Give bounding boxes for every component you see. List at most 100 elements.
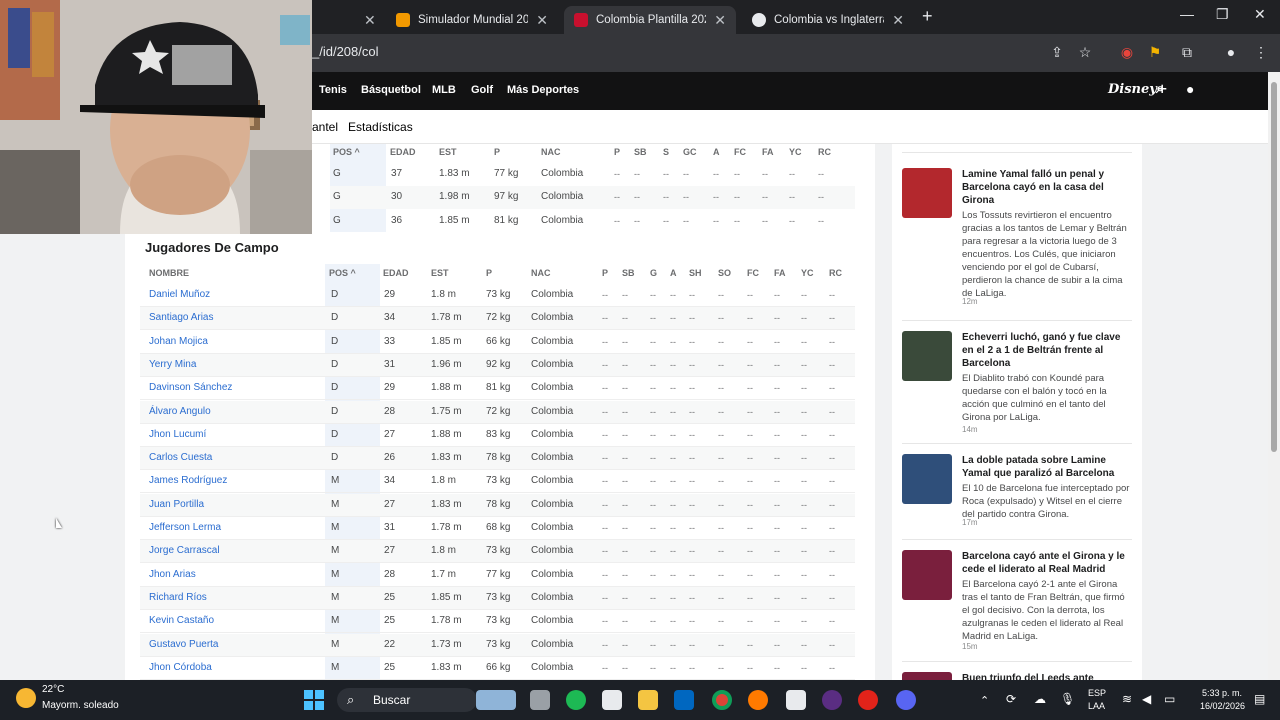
player-name-link[interactable]: Yerry Mina (149, 359, 196, 370)
close-window-icon[interactable]: ✕ (1254, 6, 1266, 23)
profile-avatar-icon[interactable]: ● (1222, 43, 1240, 61)
header-3[interactable]: EST (431, 268, 449, 278)
player-name-link[interactable]: Jefferson Lerma (149, 522, 221, 533)
task-view-icon[interactable] (530, 690, 550, 710)
header-13[interactable]: FA (774, 268, 786, 278)
player-name-link[interactable]: Juan Portilla (149, 499, 204, 510)
tab-plantilla[interactable]: Colombia Plantilla 2026 - ESPN ✕ (564, 6, 736, 34)
weather-desc[interactable]: Mayorm. soleado (42, 700, 119, 711)
tab-estadisticas[interactable]: Estadísticas (348, 120, 413, 134)
nav-item-mas-deportes[interactable]: Más Deportes (507, 84, 579, 96)
live-app-icon[interactable] (786, 690, 806, 710)
nav-item-tenis[interactable]: Tenis (319, 84, 347, 96)
header-5[interactable]: NAC (531, 268, 551, 278)
player-name-link[interactable]: Gustavo Puerta (149, 639, 218, 650)
header-5[interactable]: P (614, 147, 620, 157)
bookmark-star-icon[interactable]: ☆ (1076, 43, 1094, 61)
header-12[interactable]: YC (789, 147, 802, 157)
windows-start-icon[interactable] (304, 690, 324, 710)
header-4[interactable]: P (486, 268, 492, 278)
extension-icon[interactable]: ⚑ (1146, 43, 1164, 61)
header-9[interactable]: A (670, 268, 677, 278)
player-name-link[interactable]: Richard Ríos (149, 592, 207, 603)
obs-icon[interactable] (822, 690, 842, 710)
file-explorer-icon[interactable] (638, 690, 658, 710)
player-name-link[interactable]: Jhon Córdoba (149, 662, 212, 673)
news-thumbnail[interactable] (902, 331, 952, 381)
player-name-link[interactable]: Jhon Arias (149, 569, 196, 580)
sync-icon[interactable]: ⟳ (1006, 692, 1016, 706)
news-thumbnail[interactable] (902, 454, 952, 504)
store-icon[interactable] (674, 690, 694, 710)
player-name-link[interactable]: Johan Mojica (149, 336, 208, 347)
maximize-icon[interactable]: ❐ (1216, 6, 1229, 23)
header-6[interactable]: P (602, 268, 608, 278)
player-name-link[interactable]: Álvaro Angulo (149, 406, 211, 417)
header-15[interactable]: RC (829, 268, 842, 278)
close-icon[interactable]: ✕ (892, 12, 904, 29)
header-0[interactable]: POS ^ (333, 147, 360, 157)
sun-weather-icon[interactable] (16, 688, 36, 708)
player-name-link[interactable]: Daniel Muñoz (149, 289, 210, 300)
minimize-icon[interactable]: — (1180, 6, 1194, 22)
discord-icon[interactable] (896, 690, 916, 710)
mic-icon[interactable]: 🎙 (1060, 692, 1075, 706)
header-10[interactable]: SH (689, 268, 702, 278)
header-0[interactable]: NOMBRE (149, 268, 189, 278)
header-7[interactable]: SB (622, 268, 635, 278)
tab-semifinal[interactable]: Colombia vs Inglaterra Semifinal ✕ (742, 6, 914, 34)
tab-plantel[interactable]: antel (312, 120, 338, 134)
close-icon[interactable]: ✕ (364, 12, 376, 29)
wifi-icon[interactable]: ≋ (1122, 692, 1132, 706)
header-2[interactable]: EST (439, 147, 457, 157)
header-13[interactable]: RC (818, 147, 831, 157)
header-3[interactable]: P (494, 147, 500, 157)
opera-icon[interactable] (858, 690, 878, 710)
news-title[interactable]: Barcelona cayó ante el Girona y le cede … (962, 550, 1132, 576)
nav-item-golf[interactable]: Golf (471, 84, 493, 96)
tab-simulador[interactable]: Simulador Mundial 2026: ajusta ✕ (386, 6, 558, 34)
header-1[interactable]: POS ^ (329, 268, 356, 278)
player-name-link[interactable]: Jorge Carrascal (149, 545, 220, 556)
header-4[interactable]: NAC (541, 147, 561, 157)
header-11[interactable]: SO (718, 268, 731, 278)
header-2[interactable]: EDAD (383, 268, 409, 278)
language-code[interactable]: ESP (1088, 688, 1106, 698)
news-thumbnail[interactable] (902, 168, 952, 218)
chevron-up-icon[interactable]: ⌃ (980, 694, 989, 707)
header-6[interactable]: SB (634, 147, 647, 157)
widget-app-icon[interactable] (476, 690, 516, 710)
clock-time[interactable]: 5:33 p. m. (1202, 688, 1242, 698)
nav-item-mlb[interactable]: MLB (432, 84, 456, 96)
news-thumbnail[interactable] (902, 550, 952, 600)
notification-icon[interactable]: ▤ (1254, 692, 1265, 706)
install-app-icon[interactable]: ⇪ (1048, 43, 1066, 61)
close-icon[interactable]: ✕ (536, 12, 548, 29)
account-icon[interactable]: ● (1186, 81, 1194, 97)
page-scrollbar[interactable] (1268, 72, 1280, 680)
player-name-link[interactable]: James Rodríguez (149, 475, 227, 486)
close-icon[interactable]: ✕ (714, 12, 726, 29)
capcut-icon[interactable] (602, 690, 622, 710)
header-1[interactable]: EDAD (390, 147, 416, 157)
spotify-icon[interactable] (566, 690, 586, 710)
header-9[interactable]: A (713, 147, 720, 157)
fl-studio-icon[interactable] (748, 690, 768, 710)
scrollbar-thumb[interactable] (1271, 82, 1277, 452)
extensions-puzzle-icon[interactable]: ⧉ (1178, 43, 1196, 61)
taskbar-search[interactable]: ⌕ Buscar (337, 688, 477, 712)
header-14[interactable]: YC (801, 268, 814, 278)
header-7[interactable]: S (663, 147, 669, 157)
extension-record-icon[interactable]: ◉ (1118, 43, 1136, 61)
search-icon[interactable]: ⌕ (1156, 80, 1164, 97)
header-8[interactable]: G (650, 268, 657, 278)
header-12[interactable]: FC (747, 268, 759, 278)
news-title[interactable]: Lamine Yamal falló un penal y Barcelona … (962, 168, 1132, 207)
nav-item-basquetbol[interactable]: Básquetbol (361, 84, 421, 96)
keyboard-layout[interactable]: LAA (1088, 701, 1105, 711)
header-11[interactable]: FA (762, 147, 774, 157)
chrome-icon[interactable] (712, 690, 732, 710)
player-name-link[interactable]: Jhon Lucumí (149, 429, 206, 440)
player-name-link[interactable]: Santiago Arias (149, 312, 214, 323)
header-8[interactable]: GC (683, 147, 697, 157)
